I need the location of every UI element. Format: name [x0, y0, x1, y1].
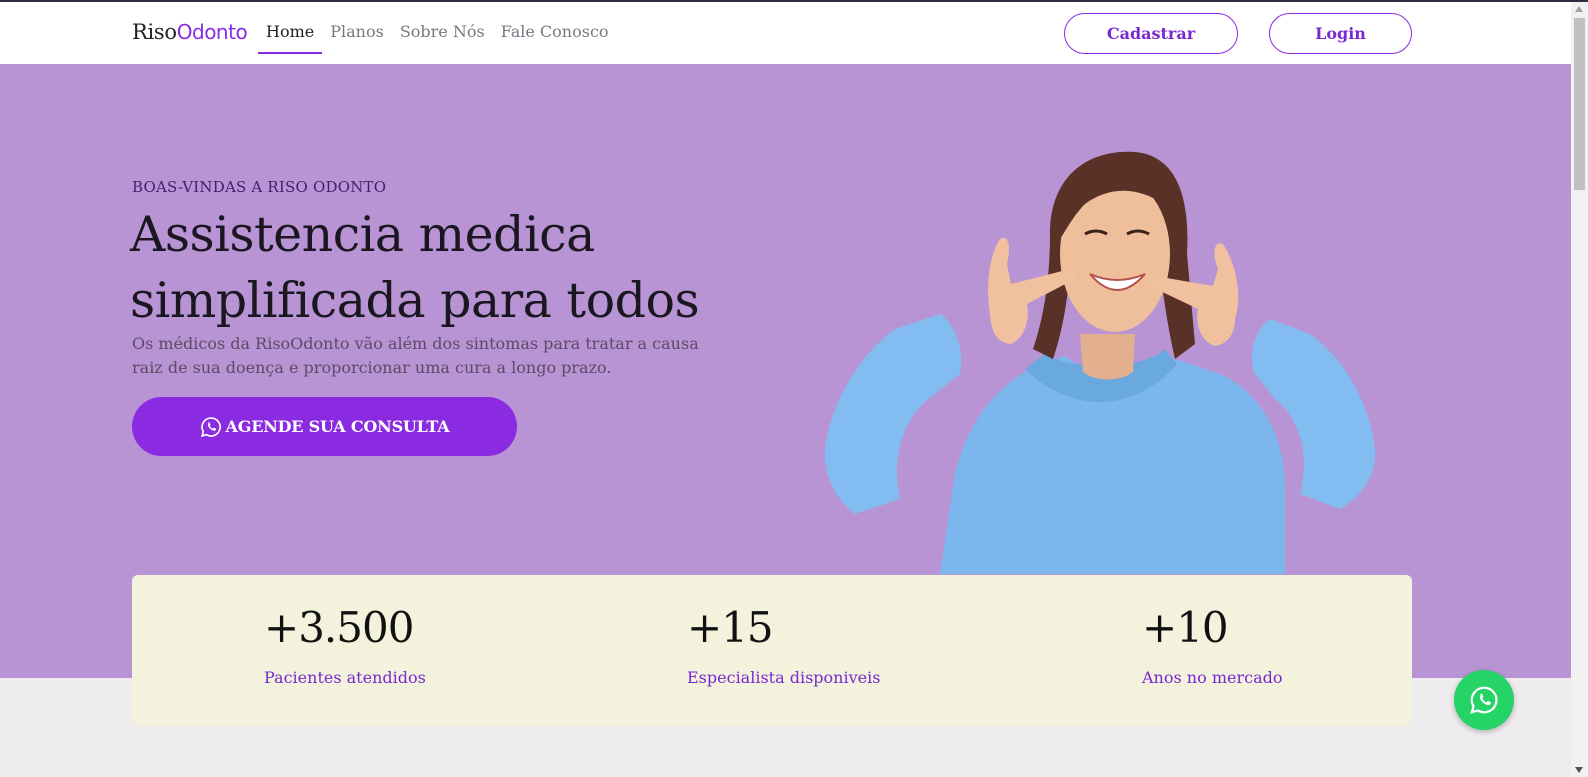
- stat-label: Anos no mercado: [1142, 668, 1283, 687]
- hero-headline-line2: simplificada para todos: [130, 272, 700, 329]
- nav-link-planos[interactable]: Planos: [322, 2, 392, 54]
- stat-patients: +3.500 Pacientes atendidos: [264, 603, 426, 687]
- stats-panel: +3.500 Pacientes atendidos +15 Especiali…: [132, 575, 1412, 726]
- hero-headline: Assistencia medica simplificada para tod…: [130, 202, 770, 334]
- stat-value: +10: [1142, 603, 1229, 652]
- nav-link-home[interactable]: Home: [258, 2, 323, 54]
- stat-label: Pacientes atendidos: [264, 668, 426, 687]
- scroll-up-arrow-icon[interactable]: [1575, 6, 1583, 12]
- schedule-appointment-label: AGENDE SUA CONSULTA: [225, 417, 450, 436]
- nav-link-sobre-nos[interactable]: Sobre Nós: [392, 2, 493, 54]
- logo[interactable]: RisoOdonto: [132, 20, 248, 44]
- whatsapp-float-button[interactable]: [1454, 670, 1514, 730]
- navbar: RisoOdonto Home Planos Sobre Nós Fale Co…: [0, 2, 1571, 64]
- hero-illustration: [824, 151, 1376, 574]
- nav-link-fale-conosco[interactable]: Fale Conosco: [493, 2, 617, 54]
- nav-links: Home Planos Sobre Nós Fale Conosco: [258, 2, 617, 64]
- whatsapp-icon: [1470, 686, 1498, 714]
- stat-years: +10 Anos no mercado: [1142, 603, 1282, 687]
- schedule-appointment-button[interactable]: AGENDE SUA CONSULTA: [132, 397, 517, 456]
- page-scrollbar[interactable]: [1571, 2, 1588, 777]
- stat-value: +15: [687, 603, 774, 652]
- hero-kicker: BOAS-VINDAS A RISO ODONTO: [132, 178, 387, 196]
- logo-accent: Odonto: [176, 20, 248, 44]
- stat-label: Especialista disponiveis: [687, 668, 881, 687]
- stat-value: +3.500: [264, 603, 414, 652]
- signup-button[interactable]: Cadastrar: [1064, 13, 1238, 54]
- whatsapp-icon: [200, 416, 221, 437]
- scroll-thumb[interactable]: [1574, 18, 1585, 190]
- login-button[interactable]: Login: [1269, 13, 1412, 54]
- logo-primary: Riso: [132, 20, 177, 44]
- hero-headline-line1: Assistencia medica: [130, 206, 595, 263]
- hero-subtext: Os médicos da RisoOdonto vão além dos si…: [132, 334, 699, 377]
- scroll-down-arrow-icon[interactable]: [1575, 767, 1583, 773]
- stat-specialists: +15 Especialista disponiveis: [687, 603, 880, 687]
